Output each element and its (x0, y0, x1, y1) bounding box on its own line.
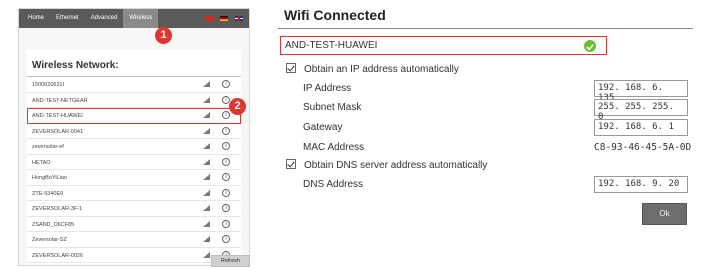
chinese-flag-icon[interactable] (205, 16, 213, 21)
signal-strength-icon (203, 96, 210, 103)
obtain-ip-checkbox[interactable] (286, 63, 296, 73)
network-info-icon[interactable]: i (222, 80, 230, 88)
step-marker-2: 2 (229, 98, 246, 115)
page-title: Wifi Connected (284, 7, 386, 23)
network-ssid: HETAO (32, 159, 51, 166)
top-navigation: Home Ethernet Advanced Wireless (19, 9, 249, 28)
network-item[interactable]: zeversolar-ef i (27, 139, 241, 155)
network-info-icon[interactable]: i (222, 157, 230, 166)
network-list: 1500620631I i AND-TEST-NETGEAR i AND-TEST-HU… (27, 77, 241, 263)
wireless-network-title: Wireless Network: (27, 50, 241, 77)
network-info-icon[interactable]: i (222, 204, 230, 212)
signal-strength-icon (203, 143, 210, 149)
network-ssid: zeversolar-ef (32, 144, 64, 150)
step-marker-1: 1 (155, 27, 172, 44)
network-item[interactable]: AND-TEST-NETGEAR i (27, 93, 241, 108)
network-item[interactable]: ZEVERSOLAR-3F-1 i (27, 201, 241, 217)
obtain-ip-option[interactable]: Obtain an IP address automatically (286, 63, 459, 75)
network-ssid: AND-TEST-NETGEAR (32, 97, 88, 104)
obtain-dns-option[interactable]: Obtain DNS server address automatically (286, 159, 487, 171)
network-info-icon[interactable]: i (222, 126, 230, 135)
nav-wireless[interactable]: Wireless (123, 9, 159, 28)
network-ssid: ZSAND_D6CF85 (32, 221, 75, 228)
obtain-ip-label: Obtain an IP address automatically (304, 64, 459, 75)
network-info-icon[interactable]: i (222, 111, 230, 119)
network-item[interactable]: ZTE-9340E0 i (27, 186, 241, 201)
network-info-icon[interactable]: i (222, 235, 230, 243)
connected-ssid: AND-TEST-HUAWEI (285, 40, 378, 51)
network-item[interactable]: AND-TEST-HUAWEI i (27, 108, 241, 124)
network-item[interactable]: ZEVERSOLAR-0026i (27, 248, 241, 263)
signal-strength-icon (203, 236, 210, 242)
mac-address-label: MAC Address (303, 142, 365, 153)
gateway-field[interactable]: 192. 168. 6. 1 (594, 119, 688, 136)
network-info-icon[interactable]: i (222, 142, 230, 150)
nav-home[interactable]: Home (19, 9, 50, 28)
nav-ethernet[interactable]: Ethernet (50, 9, 85, 28)
mac-address-value: C8-93-46-45-5A-0D (594, 142, 692, 153)
network-info-icon[interactable]: i (222, 173, 230, 181)
wireless-network-card: Wireless Network: 1500620631I i AND-TEST-N… (27, 50, 241, 264)
network-ssid: ZEVERSOLAR-0041 (32, 128, 84, 135)
obtain-dns-checkbox[interactable] (286, 159, 296, 169)
uk-flag-icon[interactable] (235, 16, 243, 21)
signal-strength-icon (203, 158, 210, 165)
obtain-dns-label: Obtain DNS server address automatically (304, 160, 488, 171)
network-item[interactable]: ZSAND_D6CF85 i (27, 217, 241, 232)
nav-advanced[interactable]: Advanced (85, 9, 124, 28)
wifi-connected-panel: Wifi Connected AND-TEST-HUAWEI Obtain an… (278, 0, 714, 269)
wireless-settings-panel: Home Ethernet Advanced Wireless Wireless… (18, 8, 250, 267)
signal-strength-icon (203, 251, 210, 258)
gateway-label: Gateway (303, 122, 343, 133)
ip-address-label: IP Address (303, 83, 352, 94)
signal-strength-icon (203, 112, 210, 118)
german-flag-icon[interactable] (220, 16, 228, 21)
network-item[interactable]: HETAO i (27, 155, 241, 170)
connected-network-box: AND-TEST-HUAWEI (280, 36, 607, 55)
ip-address-field[interactable]: 192. 168. 6. 135 (594, 80, 688, 103)
title-divider (278, 28, 693, 29)
language-selector (205, 16, 243, 21)
signal-strength-icon (203, 205, 210, 211)
network-item[interactable]: Zeversolar-SZ i (27, 232, 241, 248)
network-item[interactable]: HongBoYiLiao i (27, 170, 241, 186)
network-ssid: ZEVERSOLAR-0026 (32, 252, 84, 259)
connected-check-icon (584, 40, 596, 52)
signal-strength-icon (203, 81, 210, 87)
network-ssid: ZEVERSOLAR-3F-1 (32, 206, 83, 212)
network-ssid: 1500620631I (32, 82, 65, 88)
ok-button[interactable]: Ok (642, 203, 687, 225)
network-info-icon[interactable]: i (222, 219, 230, 228)
refresh-button[interactable]: Refresh (211, 255, 250, 267)
network-ssid: Zeversolar-SZ (32, 237, 67, 243)
signal-strength-icon (203, 189, 210, 196)
dns-address-label: DNS Address (303, 179, 364, 190)
network-ssid: ZTE-9340E0 (32, 190, 64, 197)
subnet-mask-field[interactable]: 255. 255. 255. 0 (594, 99, 688, 122)
network-ssid: HongBoYiLiao (32, 175, 67, 181)
subnet-mask-label: Subnet Mask (303, 102, 362, 113)
signal-strength-icon (203, 127, 210, 134)
network-ssid: AND-TEST-HUAWEI (32, 113, 83, 119)
network-item[interactable]: ZEVERSOLAR-0041 i (27, 124, 241, 139)
signal-strength-icon (203, 174, 210, 180)
network-info-icon[interactable]: i (222, 188, 230, 197)
signal-strength-icon (203, 220, 210, 227)
dns-address-field[interactable]: 192. 168. 9. 20 (594, 176, 688, 193)
network-item[interactable]: 1500620631I i (27, 77, 241, 93)
